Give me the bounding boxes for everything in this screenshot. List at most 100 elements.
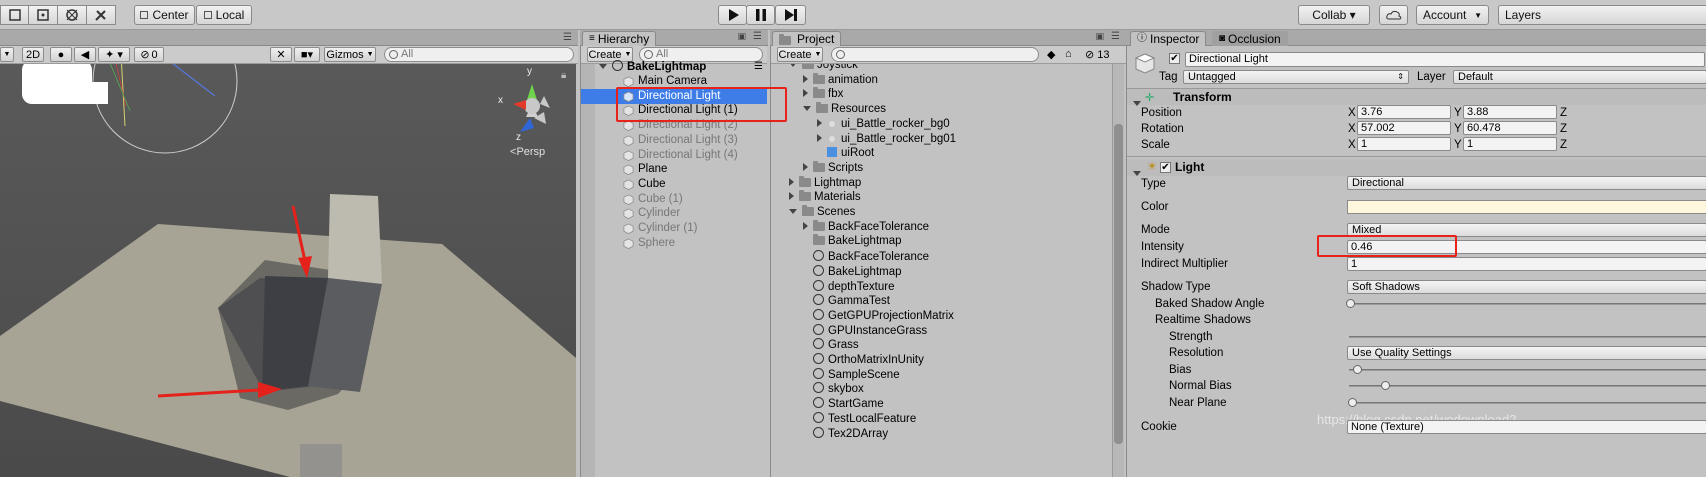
panel-menu-icon[interactable]: ☰ — [1111, 31, 1120, 42]
scale-x-field[interactable]: 1 — [1357, 137, 1451, 151]
shadow-type-dropdown[interactable]: Soft Shadows — [1347, 280, 1706, 294]
scene-search-input[interactable]: All — [384, 47, 574, 62]
lock-icon[interactable]: ▣ — [1095, 31, 1104, 42]
cloud-button[interactable] — [1379, 5, 1408, 25]
project-item[interactable]: BackFaceTolerance — [803, 219, 929, 235]
transform-tool-button[interactable] — [57, 5, 87, 25]
near-plane-slider-track[interactable] — [1349, 402, 1706, 404]
project-item[interactable]: BackFaceTolerance — [803, 249, 929, 264]
pause-button[interactable] — [746, 5, 775, 25]
expand-arrow-icon[interactable] — [789, 209, 797, 214]
near-plane-slider-knob[interactable] — [1348, 398, 1357, 407]
light-enabled-checkbox[interactable]: ✔ — [1160, 162, 1171, 173]
rotation-x-field[interactable]: 57.002 — [1357, 121, 1451, 135]
bias-slider-track[interactable] — [1349, 369, 1706, 371]
project-item[interactable]: animation — [803, 72, 878, 88]
hierarchy-item[interactable]: Cylinder (1) — [581, 221, 767, 236]
project-item[interactable]: skybox — [803, 381, 864, 396]
normal-bias-slider-track[interactable] — [1349, 385, 1706, 387]
strength-slider-track[interactable] — [1349, 336, 1706, 338]
project-item[interactable]: Materials — [789, 190, 861, 205]
project-item[interactable]: BakeLightmap — [803, 264, 902, 279]
scene-tools-toggle[interactable]: ✕ — [270, 47, 292, 62]
baked-angle-slider-track[interactable] — [1349, 303, 1706, 305]
active-checkbox[interactable]: ✔ — [1169, 53, 1180, 64]
effects-dropdown[interactable]: ✦ ▾ — [98, 47, 130, 62]
project-scrollbar[interactable] — [1112, 64, 1124, 477]
pivot-center-button[interactable]: Center — [134, 5, 195, 25]
project-search-input[interactable] — [831, 47, 1039, 62]
audio-toggle[interactable]: ◀ — [74, 47, 96, 62]
project-item[interactable]: Joystick — [789, 64, 858, 73]
hidden-objects-toggle[interactable]: ⊘ 0 — [134, 47, 164, 62]
object-name-field[interactable]: Directional Light — [1185, 52, 1705, 67]
expand-arrow-icon[interactable] — [817, 133, 822, 142]
scale-y-field[interactable]: 1 — [1463, 137, 1557, 151]
tab-hierarchy[interactable]: ≡ Hierarchy — [582, 31, 657, 46]
project-item[interactable]: SampleScene — [803, 367, 900, 382]
expand-arrow-icon[interactable] — [803, 162, 808, 171]
scene-menu-icon[interactable]: ☰ — [754, 59, 763, 74]
project-item[interactable]: GammaTest — [803, 293, 890, 308]
hierarchy-item[interactable]: Cube — [581, 177, 767, 192]
project-item[interactable]: Grass — [803, 337, 859, 352]
tab-project[interactable]: Project — [772, 31, 842, 46]
gizmos-dropdown[interactable]: Gizmos ▼ — [324, 47, 376, 62]
collab-dropdown[interactable]: Collab ▾ — [1298, 5, 1370, 25]
scene-canvas[interactable] — [0, 46, 576, 477]
project-item[interactable]: Scripts — [803, 160, 863, 176]
expand-arrow-icon[interactable] — [803, 221, 808, 230]
baked-angle-slider-knob[interactable] — [1346, 299, 1355, 308]
project-item[interactable]: Tex2DArray — [803, 426, 888, 441]
lock-icon[interactable]: 🔒︎ — [561, 70, 566, 81]
indirect-multiplier-field[interactable]: 1 — [1347, 257, 1706, 271]
panel-menu-icon[interactable]: ☰ — [753, 31, 762, 42]
step-button[interactable] — [775, 5, 806, 25]
project-item[interactable]: TestLocalFeature — [803, 411, 916, 426]
hierarchy-item[interactable]: Plane — [581, 162, 767, 177]
scene-root-row[interactable]: BakeLightmap ☰ — [581, 59, 767, 74]
lock-icon[interactable]: ▣ — [737, 31, 746, 42]
expand-arrow-icon[interactable] — [1133, 101, 1141, 106]
hierarchy-item[interactable]: Sphere — [581, 236, 767, 251]
filter-by-label-icon[interactable]: ⌂ — [1065, 48, 1072, 60]
light-header[interactable]: ☀ ✔ Light — [1127, 159, 1706, 176]
camera-settings-dropdown[interactable]: ■▾ — [294, 47, 320, 62]
project-create-dropdown[interactable]: Create ▼ — [777, 47, 823, 62]
expand-arrow-icon[interactable] — [817, 118, 822, 127]
layers-dropdown[interactable]: Layers — [1498, 5, 1706, 25]
project-item[interactable]: uiRoot — [817, 146, 874, 161]
hierarchy-item[interactable]: Directional Light (4) — [581, 148, 767, 163]
lighting-toggle[interactable]: ● — [50, 47, 72, 62]
project-item[interactable]: Scenes — [789, 205, 855, 220]
hierarchy-item[interactable]: Directional Light (3) — [581, 133, 767, 148]
persp-label[interactable]: <Persp — [510, 146, 545, 158]
expand-arrow-icon[interactable] — [599, 64, 607, 69]
account-dropdown[interactable]: Account ▼ — [1416, 5, 1489, 25]
light-color-swatch[interactable] — [1347, 200, 1706, 214]
project-item[interactable]: GetGPUProjectionMatrix — [803, 308, 954, 323]
project-item[interactable]: ui_Battle_rocker_bg0 — [817, 117, 950, 132]
play-button[interactable] — [718, 5, 747, 25]
tab-occlusion[interactable]: ◙ Occlusion — [1212, 31, 1288, 46]
project-item[interactable]: GPUInstanceGrass — [803, 323, 927, 338]
2d-toggle[interactable]: 2D — [22, 47, 44, 62]
rect-tool-button[interactable] — [28, 5, 58, 25]
panel-menu-icon[interactable]: ☰ — [563, 32, 572, 43]
project-item[interactable]: BakeLightmap — [803, 234, 902, 249]
cube-top-face[interactable] — [328, 194, 382, 284]
expand-arrow-icon[interactable] — [803, 74, 808, 83]
scene-view[interactable]: y x z <Persp 🔒︎ — [0, 46, 576, 477]
hidden-packages-toggle[interactable]: ⊘ 13 — [1085, 48, 1110, 61]
project-item[interactable]: fbx — [803, 87, 843, 102]
project-scroll-thumb[interactable] — [1114, 124, 1123, 444]
custom-tool-button[interactable] — [86, 5, 116, 25]
project-item[interactable]: Lightmap — [789, 175, 861, 191]
position-y-field[interactable]: 3.88 — [1463, 105, 1557, 119]
hand-tool-button[interactable] — [0, 5, 30, 25]
pivot-local-button[interactable]: Local — [196, 5, 252, 25]
hierarchy-item[interactable]: Cylinder — [581, 206, 767, 221]
filter-by-type-icon[interactable]: ◆ — [1047, 48, 1055, 61]
light-type-dropdown[interactable]: Directional — [1347, 176, 1706, 190]
rotation-y-field[interactable]: 60.478 — [1463, 121, 1557, 135]
